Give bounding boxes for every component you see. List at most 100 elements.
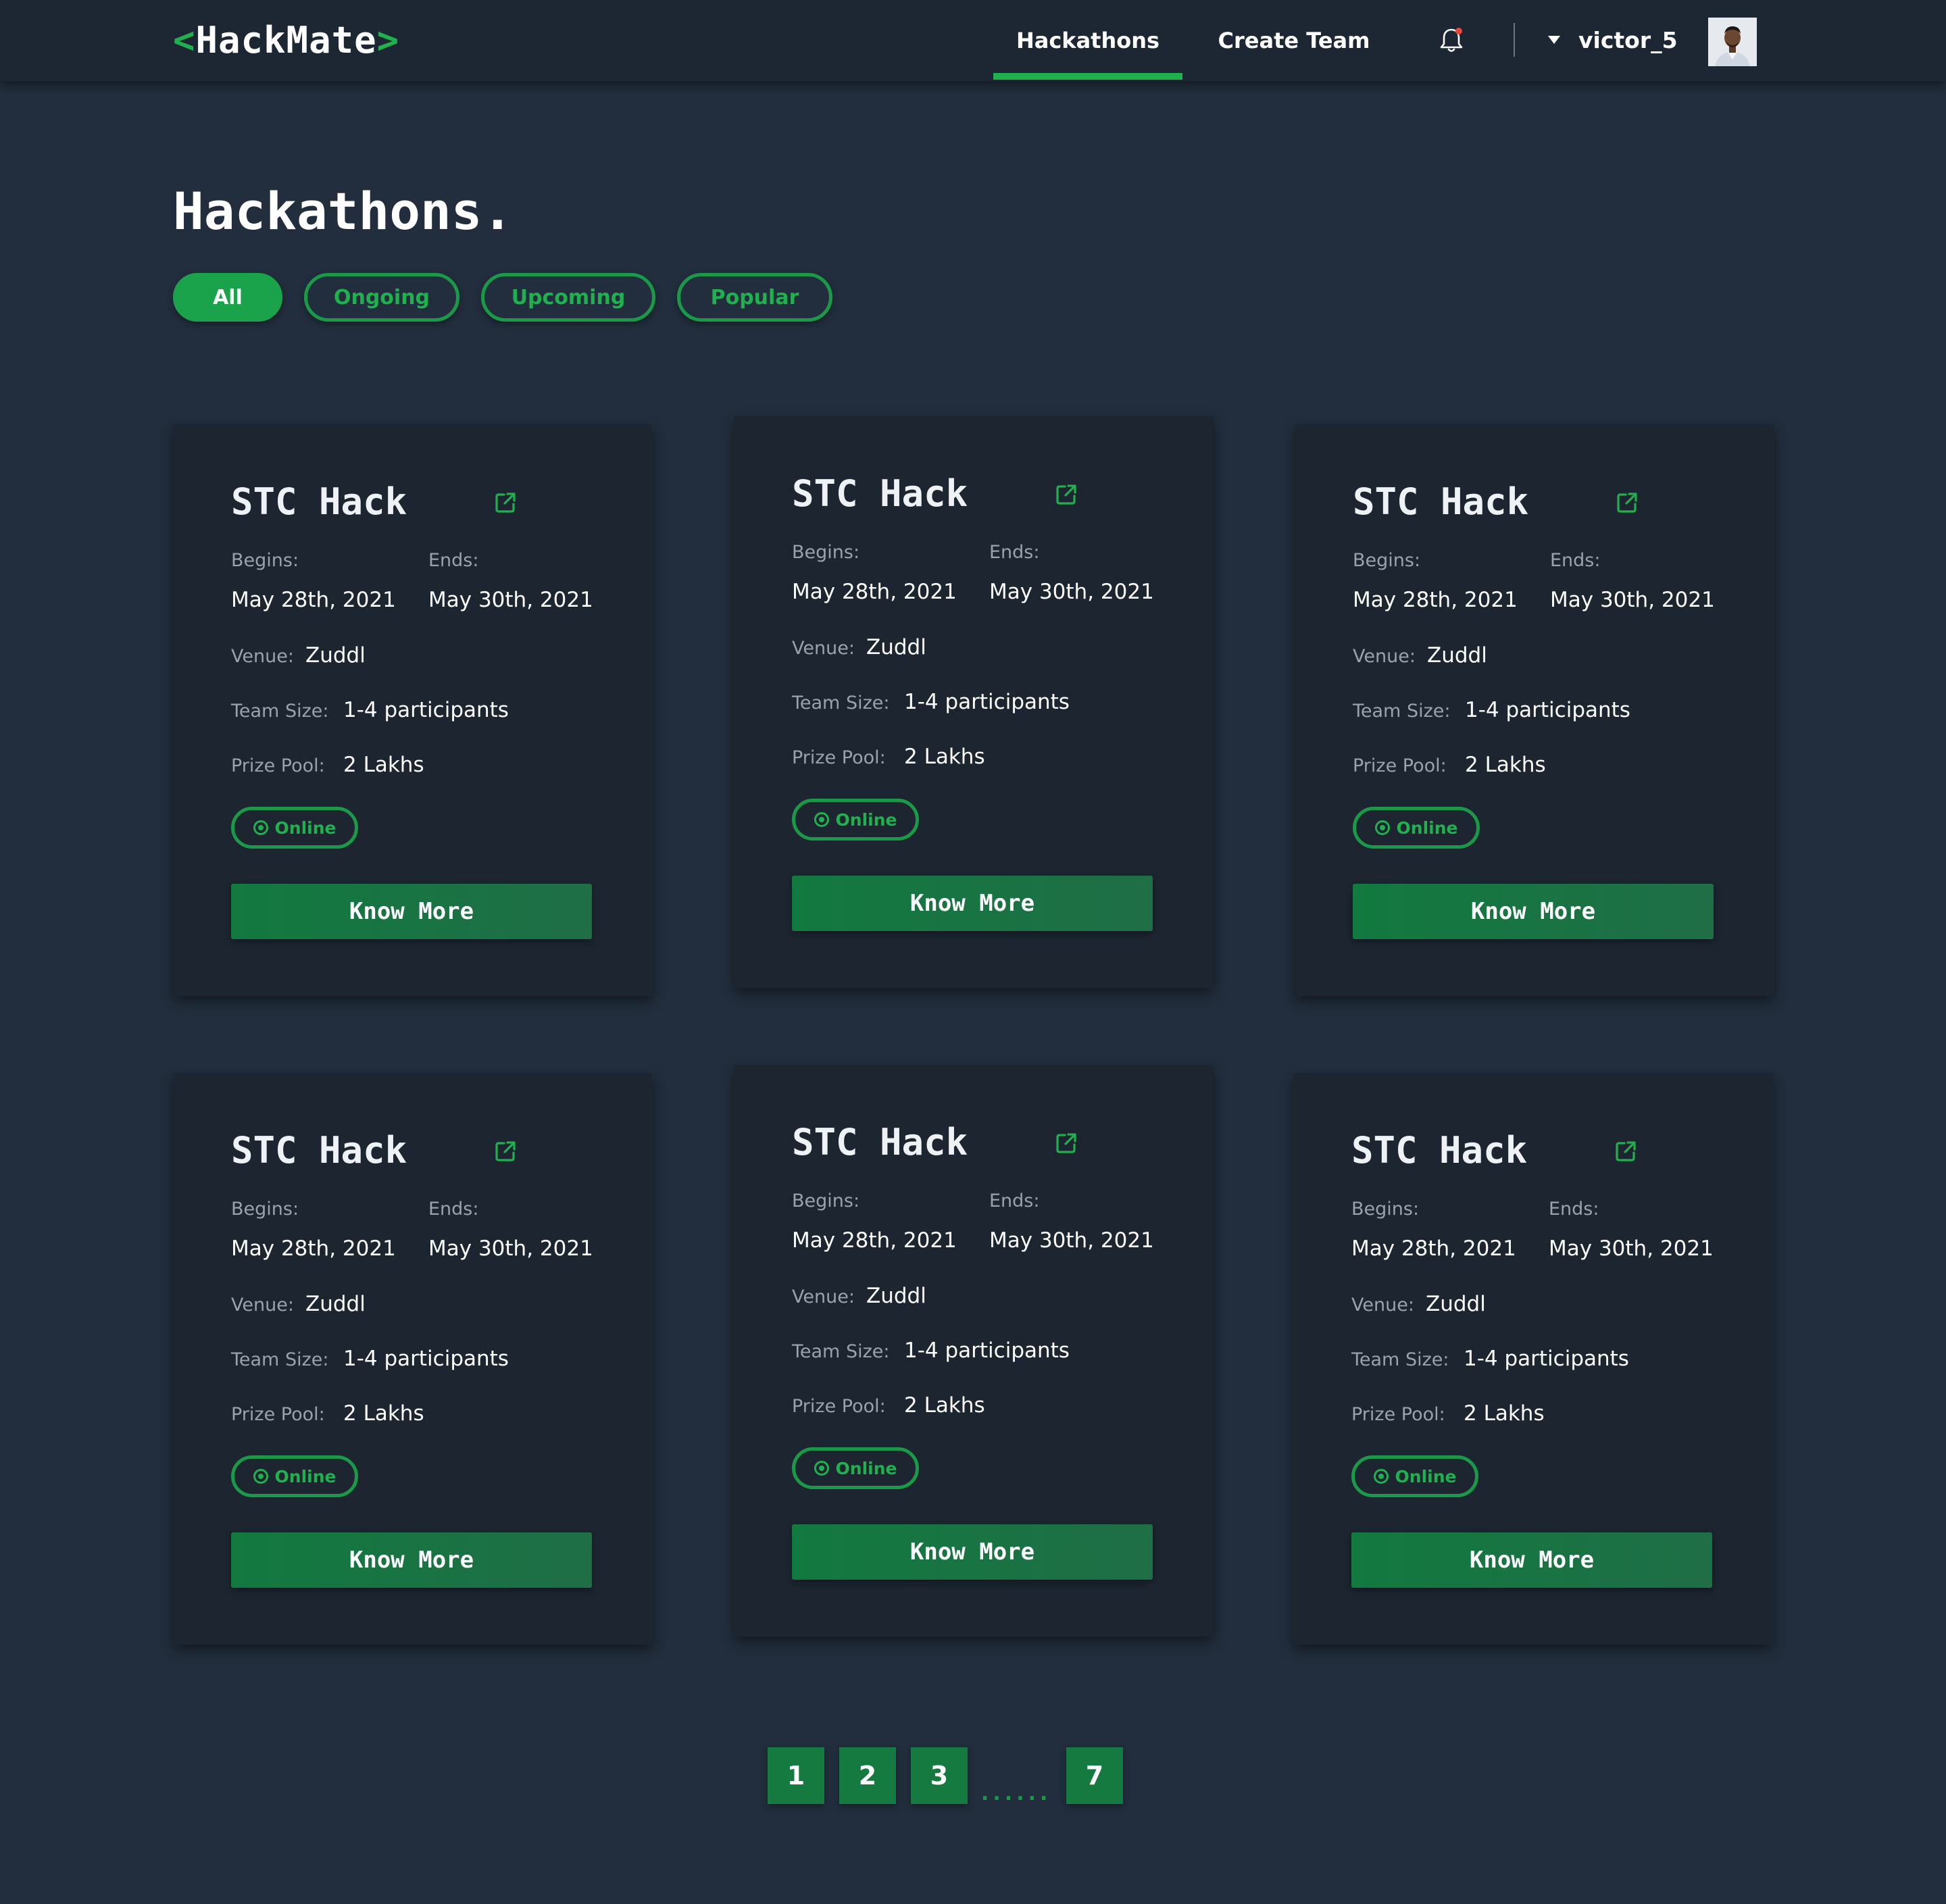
hackathon-card: STC Hack Begins: Ends: May 28th, 2021 Ma… (173, 1073, 653, 1645)
page-button-7[interactable]: 7 (1066, 1747, 1123, 1804)
venue-label: Venue: (792, 1286, 855, 1307)
notification-dot (1455, 28, 1462, 34)
team-size-value: 1-4 participants (1465, 698, 1630, 722)
team-size-value: 1-4 participants (904, 1338, 1070, 1363)
team-size-label: Team Size: (231, 1349, 329, 1370)
team-size-label: Team Size: (1351, 1349, 1449, 1370)
radio-dot-icon (1374, 820, 1390, 835)
radio-dot-icon (814, 1461, 829, 1476)
ends-label: Ends: (1550, 550, 1601, 571)
mode-badge: Online (1351, 1455, 1478, 1497)
venue-label: Venue: (231, 646, 294, 667)
ends-label: Ends: (1549, 1199, 1599, 1220)
card-title: STC Hack (1351, 1129, 1528, 1172)
filter-chip-ongoing[interactable]: Ongoing (304, 273, 459, 322)
pagination-ellipsis: ...... (981, 1782, 1052, 1805)
ends-value: May 30th, 2021 (989, 580, 1154, 604)
know-more-button[interactable]: Know More (231, 884, 592, 939)
venue-label: Venue: (1351, 1295, 1414, 1316)
begins-label: Begins: (231, 1199, 299, 1220)
filter-chip-popular[interactable]: Popular (677, 273, 832, 322)
ends-label: Ends: (989, 542, 1040, 563)
page-button-3[interactable]: 3 (911, 1747, 968, 1804)
card-title: STC Hack (1353, 480, 1529, 523)
know-more-button[interactable]: Know More (231, 1532, 592, 1588)
radio-dot-icon (253, 1469, 268, 1484)
ends-value: May 30th, 2021 (1549, 1236, 1714, 1261)
begins-label: Begins: (1353, 550, 1421, 571)
radio-dot-icon (814, 812, 829, 827)
external-link-icon[interactable] (1615, 491, 1639, 515)
logo-open-bracket: < (173, 19, 196, 61)
team-size-label: Team Size: (1353, 701, 1451, 722)
page-button-1[interactable]: 1 (768, 1747, 824, 1804)
begins-label: Begins: (1351, 1199, 1420, 1220)
mode-badge: Online (231, 1455, 358, 1497)
filter-chip-upcoming[interactable]: Upcoming (481, 273, 655, 322)
mode-label: Online (274, 1466, 336, 1486)
username[interactable]: victor_5 (1578, 19, 1678, 62)
begins-value: May 28th, 2021 (231, 1236, 396, 1261)
begins-value: May 28th, 2021 (1353, 588, 1518, 612)
mode-badge: Online (792, 1447, 919, 1489)
prize-pool-value: 2 Lakhs (343, 1401, 424, 1426)
prize-pool-value: 2 Lakhs (904, 1393, 985, 1418)
prize-pool-value: 2 Lakhs (904, 745, 985, 769)
venue-value: Zuddl (1426, 1292, 1486, 1316)
team-size-value: 1-4 participants (343, 1347, 509, 1371)
radio-dot-icon (253, 820, 268, 835)
logo-text: HackMate (195, 19, 377, 61)
team-size-label: Team Size: (792, 1341, 890, 1362)
nav-link-create-team[interactable]: Create Team (1209, 19, 1378, 62)
begins-label: Begins: (792, 542, 860, 563)
know-more-button[interactable]: Know More (1353, 884, 1714, 939)
nav-divider (1514, 23, 1515, 57)
logo-close-bracket: > (376, 19, 400, 61)
card-title: STC Hack (792, 1121, 968, 1163)
begins-value: May 28th, 2021 (792, 580, 957, 604)
ends-value: May 30th, 2021 (428, 1236, 593, 1261)
prize-pool-value: 2 Lakhs (1464, 1401, 1545, 1426)
avatar-portrait-icon (1708, 18, 1757, 66)
team-size-value: 1-4 participants (1464, 1347, 1629, 1371)
begins-value: May 28th, 2021 (792, 1228, 957, 1253)
hackathon-card: STC Hack Begins: Ends: May 28th, 2021 Ma… (1293, 1073, 1773, 1645)
external-link-icon[interactable] (1614, 1139, 1638, 1163)
ends-label: Ends: (428, 550, 479, 571)
mode-label: Online (274, 818, 336, 838)
hackathon-card: STC Hack Begins: Ends: May 28th, 2021 Ma… (734, 416, 1214, 988)
ends-value: May 30th, 2021 (428, 588, 593, 612)
nav-link-hackathons[interactable]: Hackathons (993, 19, 1182, 62)
mode-badge: Online (1353, 807, 1480, 849)
avatar[interactable] (1708, 18, 1757, 66)
nav-active-indicator (993, 73, 1182, 80)
team-size-value: 1-4 participants (343, 698, 509, 722)
page-button-2[interactable]: 2 (839, 1747, 896, 1804)
external-link-icon[interactable] (493, 491, 518, 515)
team-size-value: 1-4 participants (904, 690, 1070, 714)
venue-label: Venue: (1353, 646, 1416, 667)
prize-pool-label: Prize Pool: (792, 747, 886, 768)
ends-value: May 30th, 2021 (989, 1228, 1154, 1253)
prize-pool-label: Prize Pool: (1353, 755, 1447, 776)
venue-value: Zuddl (866, 1284, 926, 1308)
external-link-icon[interactable] (1054, 1131, 1078, 1155)
logo[interactable]: <HackMate> (173, 19, 399, 62)
know-more-button[interactable]: Know More (792, 1524, 1153, 1580)
begins-value: May 28th, 2021 (1351, 1236, 1516, 1261)
page-title: Hackathons. (173, 181, 514, 241)
hackathon-card: STC Hack Begins: Ends: May 28th, 2021 Ma… (173, 424, 653, 996)
begins-label: Begins: (231, 550, 299, 571)
caret-down-icon[interactable] (1547, 35, 1561, 45)
card-title: STC Hack (231, 480, 407, 523)
bell-icon[interactable] (1435, 24, 1468, 57)
external-link-icon[interactable] (1054, 482, 1078, 507)
know-more-button[interactable]: Know More (792, 876, 1153, 931)
external-link-icon[interactable] (493, 1139, 518, 1163)
mode-label: Online (835, 1458, 897, 1478)
top-navbar: <HackMate> Hackathons Create Team victor… (0, 0, 1946, 81)
filter-chip-all[interactable]: All (173, 273, 282, 322)
begins-value: May 28th, 2021 (231, 588, 396, 612)
ends-value: May 30th, 2021 (1550, 588, 1715, 612)
know-more-button[interactable]: Know More (1351, 1532, 1712, 1588)
